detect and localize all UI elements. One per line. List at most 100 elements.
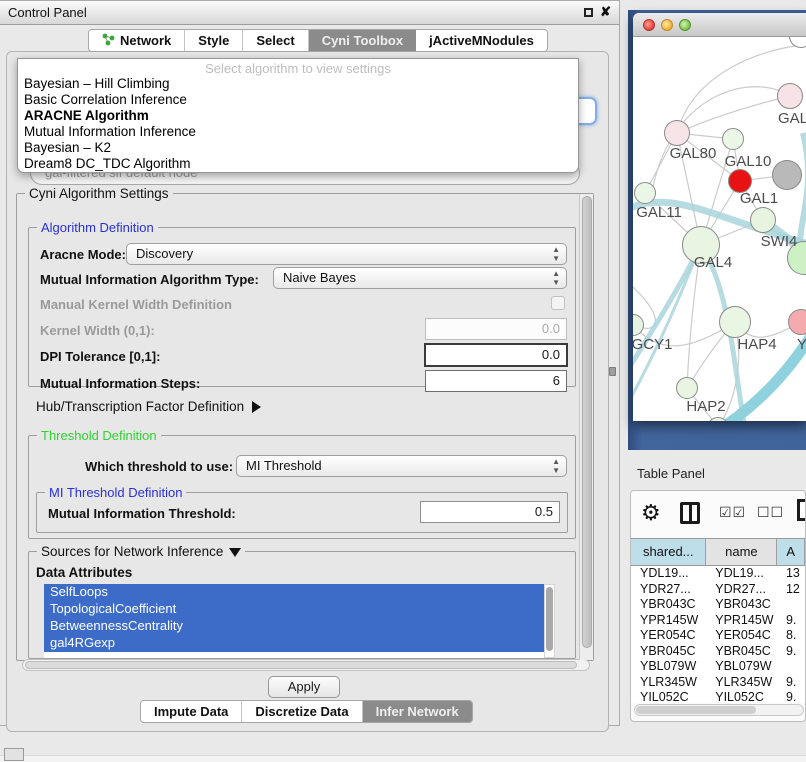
algorithm-option[interactable]: Bayesian – K2	[18, 140, 578, 156]
column-header[interactable]: name	[706, 539, 777, 565]
attribute-item-selected[interactable]: BetweennessCentrality	[44, 618, 544, 635]
scrollbar-thumb[interactable]	[582, 196, 592, 648]
tab-discretize-data[interactable]: Discretize Data	[242, 701, 362, 722]
splitter-grip[interactable]	[609, 367, 616, 376]
attribute-item-selected[interactable]: TopologicalCoefficient	[44, 601, 544, 618]
algorithm-option[interactable]: ARACNE Algorithm	[18, 108, 578, 124]
control-panel-tabbar: Network Style Select Cyni Toolbox jActiveMNo…	[88, 29, 548, 52]
table-row[interactable]: YDR27...YDR27...12	[631, 582, 805, 598]
table-row[interactable]: YPR145WYPR145W9.	[631, 613, 805, 629]
aracne-mode-select[interactable]: Discovery ▲▼	[126, 243, 567, 265]
node-label: GAL1	[740, 190, 778, 207]
network-window-titlebar[interactable]	[633, 13, 806, 37]
table-row[interactable]: YER054CYER054C8.	[631, 628, 805, 644]
bottom-tabbar: Impute Data Discretize DataInfer Network	[140, 700, 473, 723]
sources-group-title[interactable]: Sources for Network Inference	[37, 544, 245, 559]
tab-jactivemnodules[interactable]: jActiveMNodules	[416, 30, 547, 51]
table-horizontal-scrollbar[interactable]	[634, 704, 804, 716]
network-node[interactable]	[719, 306, 751, 338]
mi-type-select[interactable]: Naive Bayes ▲▼	[273, 267, 567, 289]
table-cell: 12	[777, 582, 805, 598]
mi-threshold-field[interactable]: 0.5	[420, 501, 560, 523]
threshold-definition-title: Threshold Definition	[37, 428, 161, 443]
tab-network[interactable]: Network	[89, 30, 185, 51]
network-node[interactable]	[664, 120, 690, 146]
settings-horizontal-scrollbar[interactable]	[22, 659, 590, 671]
mi-steps-field[interactable]: 6	[425, 370, 567, 392]
kernel-width-field[interactable]: 0.0	[425, 318, 567, 340]
hub-definition-toggle[interactable]: Hub/Transcription Factor Definition	[36, 399, 261, 414]
data-attributes-list[interactable]: SelfLoopsTopologicalCoefficientBetweenne…	[44, 584, 544, 658]
kernel-width-label: Kernel Width (0,1):	[40, 323, 155, 338]
algorithm-option[interactable]: Basic Correlation Inference	[18, 92, 578, 108]
float-window-icon[interactable]	[584, 8, 593, 17]
table-cell: YDL19...	[706, 566, 777, 582]
gear-icon[interactable]: ⚙	[641, 500, 661, 526]
network-node[interactable]	[634, 182, 656, 204]
scrollbar-thumb[interactable]	[636, 706, 756, 714]
scrollbar-thumb[interactable]	[25, 661, 577, 669]
minimize-traffic-light-icon[interactable]	[661, 19, 673, 31]
algorithm-option[interactable]: Bayesian – Hill Climbing	[18, 76, 578, 92]
which-threshold-select[interactable]: MI Threshold ▲▼	[236, 455, 567, 477]
settings-vertical-scrollbar[interactable]	[579, 194, 593, 660]
close-traffic-light-icon[interactable]	[643, 19, 655, 31]
stepper-arrows-icon: ▲▼	[552, 269, 560, 287]
tab-impute-data[interactable]: Impute Data	[141, 701, 242, 722]
table-cell: 9.	[777, 675, 805, 691]
table-row[interactable]: YBL079WYBL079W	[631, 659, 805, 675]
deselect-all-checkboxes-icon[interactable]: ☐☐	[757, 504, 784, 521]
close-icon[interactable]: ✘	[600, 4, 611, 20]
select-all-checkboxes-icon[interactable]: ☑☑	[719, 504, 746, 521]
algorithm-option[interactable]: Mutual Information Inference	[18, 124, 578, 140]
split-columns-icon[interactable]	[680, 502, 700, 524]
tab-cyni-toolbox[interactable]: Cyni Toolbox	[309, 30, 416, 51]
table-toolbar: ⚙ ☑☑ ☐☐	[631, 491, 805, 538]
document-icon[interactable]	[797, 499, 806, 521]
zoom-traffic-light-icon[interactable]	[679, 19, 691, 31]
data-attributes-label: Data Attributes	[36, 565, 132, 580]
tab-select[interactable]: Select	[243, 30, 308, 51]
table-cell: YDL19...	[631, 566, 706, 582]
tab-label: jActiveMNodules	[429, 33, 534, 48]
dpi-tolerance-field[interactable]: 0.0	[424, 343, 568, 367]
table-cell: YBR043C	[631, 597, 706, 613]
algorithm-option[interactable]: Dream8 DC_TDC Algorithm	[18, 156, 578, 172]
network-node[interactable]	[777, 83, 803, 109]
table-row[interactable]: YIL052CYIL052C9.	[631, 690, 805, 703]
stepper-arrows-icon: ▲▼	[552, 245, 560, 263]
table-panel-title: Table Panel	[637, 466, 705, 481]
apply-button[interactable]: Apply	[268, 676, 340, 698]
network-node[interactable]	[676, 377, 698, 399]
table-row[interactable]: YLR345WYLR345W9.	[631, 675, 805, 691]
attributes-vertical-scrollbar[interactable]	[544, 584, 555, 658]
attribute-item-selected[interactable]: gal4RGexp	[44, 635, 544, 652]
tab-infer-network[interactable]: Infer Network	[363, 701, 472, 722]
control-panel-window: Control Panel ✘ Network Style Select Cyni T…	[0, 0, 620, 726]
tab-label: Select	[256, 33, 294, 48]
table-cell: YIL052C	[706, 690, 777, 703]
table-row[interactable]: YBR043CYBR043C	[631, 597, 805, 613]
node-label: GAL80	[670, 145, 717, 162]
network-node[interactable]	[750, 207, 776, 233]
table-row[interactable]: YBR045CYBR045C9.	[631, 644, 805, 660]
network-node[interactable]	[772, 160, 802, 190]
network-node[interactable]	[722, 128, 744, 150]
scrollbar-thumb[interactable]	[546, 587, 553, 651]
tab-label: Style	[198, 33, 229, 48]
manual-kernel-label: Manual Kernel Width Definition	[40, 297, 232, 312]
sources-title-text: Sources for Network Inference	[41, 544, 223, 559]
column-header[interactable]: A	[777, 539, 805, 565]
column-header[interactable]: shared...	[631, 539, 706, 565]
manual-kernel-checkbox[interactable]	[551, 296, 565, 310]
tab-label: Impute Data	[154, 704, 228, 719]
attribute-item-selected[interactable]: SelfLoops	[44, 584, 544, 601]
network-canvas[interactable]: GALGAL80GAL10GAL11GAL1SWI4GAL4GCY1HAP4YH…	[633, 37, 806, 421]
control-panel-titlebar: Control Panel ✘	[0, 1, 619, 25]
collapsed-panel-button[interactable]	[4, 748, 24, 761]
tab-style[interactable]: Style	[185, 30, 243, 51]
network-icon	[102, 33, 115, 49]
settings-group-title: Cyni Algorithm Settings	[25, 186, 173, 201]
table-row[interactable]: YDL19...YDL19...13	[631, 566, 805, 582]
table-cell: 8.	[777, 628, 805, 644]
